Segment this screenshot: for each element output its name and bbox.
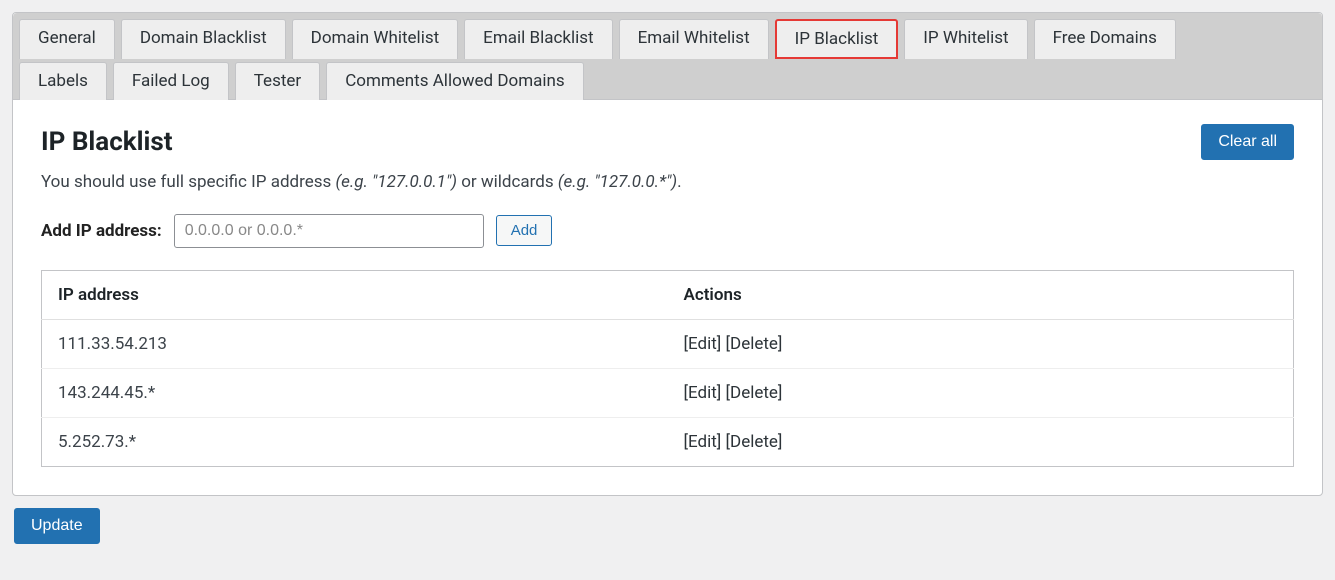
tab-labels[interactable]: Labels [19,62,107,99]
edit-action[interactable]: [Edit] [684,383,722,403]
tab-domain-blacklist[interactable]: Domain Blacklist [121,19,286,59]
hint-example-1: (e.g. "127.0.0.1") [336,172,457,192]
hint-mid: or wildcards [457,172,558,192]
add-ip-row: Add IP address: Add [41,214,1294,248]
clear-all-button[interactable]: Clear all [1201,124,1294,160]
tab-ip-whitelist[interactable]: IP Whitelist [904,19,1027,59]
edit-action[interactable]: [Edit] [684,432,722,452]
hint-post: . [677,172,681,192]
hint-example-2: (e.g. "127.0.0.*") [558,172,677,192]
table-row: 111.33.54.213[Edit] [Delete] [42,319,1294,368]
update-button[interactable]: Update [14,508,100,544]
tab-comments-allowed-domains[interactable]: Comments Allowed Domains [326,62,583,99]
footer: Update [12,496,1323,544]
tab-failed-log[interactable]: Failed Log [113,62,229,99]
ip-cell: 111.33.54.213 [42,319,668,368]
tab-ip-blacklist[interactable]: IP Blacklist [775,19,899,59]
delete-action[interactable]: [Delete] [726,383,783,403]
ip-table: IP address Actions 111.33.54.213[Edit] [… [41,270,1294,467]
delete-action[interactable]: [Delete] [726,334,783,354]
actions-cell: [Edit] [Delete] [668,368,1294,417]
tab-tester[interactable]: Tester [235,62,320,99]
actions-cell: [Edit] [Delete] [668,319,1294,368]
add-ip-label: Add IP address: [41,221,162,241]
ip-cell: 143.244.45.* [42,368,668,417]
tab-email-blacklist[interactable]: Email Blacklist [464,19,612,59]
table-row: 143.244.45.*[Edit] [Delete] [42,368,1294,417]
add-ip-input[interactable] [174,214,484,248]
add-button[interactable]: Add [496,215,553,246]
table-row: 5.252.73.*[Edit] [Delete] [42,417,1294,466]
page-title: IP Blacklist [41,127,173,157]
tab-email-whitelist[interactable]: Email Whitelist [619,19,769,59]
tab-domain-whitelist[interactable]: Domain Whitelist [292,19,459,59]
title-row: IP Blacklist Clear all [41,124,1294,160]
ip-cell: 5.252.73.* [42,417,668,466]
hint-pre: You should use full specific IP address [41,172,336,192]
tabs-row-2: LabelsFailed LogTesterComments Allowed D… [19,62,1316,98]
tab-general[interactable]: General [19,19,115,59]
edit-action[interactable]: [Edit] [684,334,722,354]
tabs-container: GeneralDomain BlacklistDomain WhitelistE… [13,13,1322,100]
hint-text: You should use full specific IP address … [41,172,1294,192]
tabs-row-1: GeneralDomain BlacklistDomain WhitelistE… [19,19,1316,58]
actions-cell: [Edit] [Delete] [668,417,1294,466]
settings-panel: GeneralDomain BlacklistDomain WhitelistE… [12,12,1323,496]
col-header-ip: IP address [42,270,668,319]
col-header-actions: Actions [668,270,1294,319]
tab-content: IP Blacklist Clear all You should use fu… [13,100,1322,495]
delete-action[interactable]: [Delete] [726,432,783,452]
tab-free-domains[interactable]: Free Domains [1034,19,1176,59]
